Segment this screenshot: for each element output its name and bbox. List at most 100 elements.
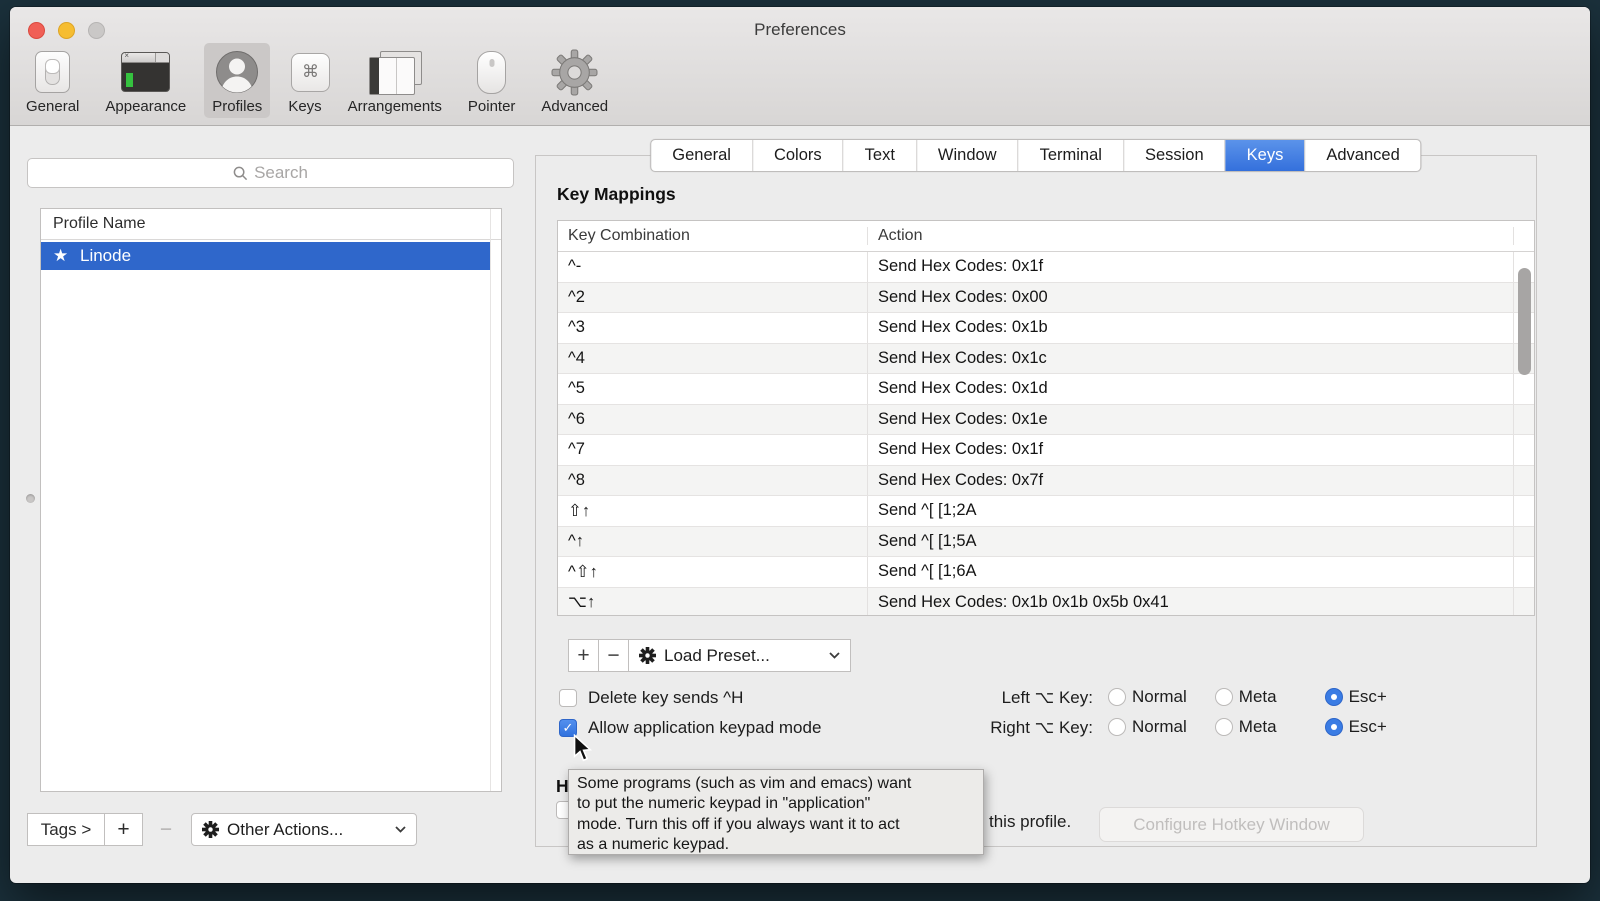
other-actions-dropdown[interactable]: Other Actions... <box>191 813 417 846</box>
search-placeholder: Search <box>254 163 308 183</box>
action-cell: Send Hex Codes: 0x00 <box>868 283 1514 313</box>
key-combination-cell: ^3 <box>558 313 868 343</box>
keys-icon: ⌘ <box>291 47 319 97</box>
profile-row[interactable]: ★ Linode <box>41 242 490 270</box>
action-cell: Send ^[ [1;2A <box>868 496 1514 526</box>
toolbar-item-pointer[interactable]: Pointer <box>460 43 524 118</box>
gear-icon <box>202 821 219 838</box>
table-row[interactable]: ^6Send Hex Codes: 0x1e <box>558 405 1534 436</box>
configure-hotkey-window-button: Configure Hotkey Window <box>1099 807 1364 842</box>
key-combination-cell: ⌥↑ <box>558 588 868 617</box>
table-row[interactable]: ^5Send Hex Codes: 0x1d <box>558 374 1534 405</box>
key-mappings-header: Key Combination Action <box>558 221 1534 252</box>
right-option-key-label: Right ⌥ Key: <box>893 718 1093 738</box>
right-option-radios: Normal Meta Esc+ <box>1108 717 1387 737</box>
profile-tabs: GeneralColorsTextWindowTerminalSessionKe… <box>650 139 1421 172</box>
tab-window[interactable]: Window <box>916 140 1018 171</box>
key-combination-cell: ^4 <box>558 344 868 374</box>
key-combination-cell: ^2 <box>558 283 868 313</box>
key-combination-cell: ^5 <box>558 374 868 404</box>
table-row[interactable]: ^2Send Hex Codes: 0x00 <box>558 283 1534 314</box>
remove-profile-button-disabled: − <box>151 813 181 846</box>
tab-session[interactable]: Session <box>1123 140 1225 171</box>
profiles-icon <box>215 47 259 97</box>
table-row[interactable]: ⌥↑Send Hex Codes: 0x1b 0x1b 0x5b 0x41 <box>558 588 1534 617</box>
left-option-radios: Normal Meta Esc+ <box>1108 687 1387 707</box>
window-title: Preferences <box>10 20 1590 40</box>
toolbar-item-advanced[interactable]: Advanced <box>533 43 616 118</box>
action-cell: Send Hex Codes: 0x1d <box>868 374 1514 404</box>
left-option-key-label: Left ⌥ Key: <box>893 688 1093 708</box>
advanced-icon <box>551 47 598 97</box>
star-icon: ★ <box>53 246 68 265</box>
action-cell: Send Hex Codes: 0x1e <box>868 405 1514 435</box>
table-row[interactable]: ^-Send Hex Codes: 0x1f <box>558 252 1534 283</box>
action-cell: Send Hex Codes: 0x1c <box>868 344 1514 374</box>
toolbar-item-keys[interactable]: ⌘ Keys <box>280 43 329 118</box>
keypad-tooltip: Some programs (such as vim and emacs) wa… <box>568 769 984 855</box>
key-combination-cell: ^⇧↑ <box>558 557 868 587</box>
radio-left-meta[interactable] <box>1215 688 1233 706</box>
profile-name: Linode <box>80 246 131 265</box>
tab-general[interactable]: General <box>651 140 752 171</box>
column-header-action[interactable]: Action <box>868 227 1514 245</box>
key-combination-cell: ^6 <box>558 405 868 435</box>
action-cell: Send Hex Codes: 0x1f <box>868 435 1514 465</box>
preferences-window: Preferences General × <box>10 7 1590 883</box>
toolbar-item-arrangements[interactable]: Arrangements <box>340 43 450 118</box>
table-row[interactable]: ^↑Send ^[ [1;5A <box>558 527 1534 558</box>
action-cell: Send Hex Codes: 0x1b 0x1b 0x5b 0x41 <box>868 588 1514 617</box>
pointer-icon <box>477 47 506 97</box>
delete-key-label: Delete key sends ^H <box>588 688 743 708</box>
radio-left-normal[interactable] <box>1108 688 1126 706</box>
toolbar-item-general[interactable]: General <box>18 43 87 118</box>
appearance-icon: × <box>121 47 170 97</box>
table-scrollbar-thumb[interactable] <box>1518 268 1531 375</box>
table-row[interactable]: ^3Send Hex Codes: 0x1b <box>558 313 1534 344</box>
radio-right-esc[interactable] <box>1325 718 1343 736</box>
radio-right-normal[interactable] <box>1108 718 1126 736</box>
radio-right-meta[interactable] <box>1215 718 1233 736</box>
table-row[interactable]: ^⇧↑Send ^[ [1;6A <box>558 557 1534 588</box>
chevron-down-icon <box>395 826 406 833</box>
mouse-cursor-icon <box>570 734 592 769</box>
profile-list-header: Profile Name <box>41 209 501 240</box>
action-cell: Send Hex Codes: 0x1b <box>868 313 1514 343</box>
tab-advanced[interactable]: Advanced <box>1304 140 1420 171</box>
delete-key-checkbox[interactable] <box>559 689 577 707</box>
chevron-down-icon <box>829 652 840 659</box>
radio-left-esc[interactable] <box>1325 688 1343 706</box>
toolbar-item-profiles[interactable]: Profiles <box>204 43 270 118</box>
mapping-controls: + − Load Pr <box>568 639 851 672</box>
table-row[interactable]: ^7Send Hex Codes: 0x1f <box>558 435 1534 466</box>
table-row[interactable]: ^8Send Hex Codes: 0x7f <box>558 466 1534 497</box>
toolbar-item-appearance[interactable]: × Appearance <box>97 43 194 118</box>
hotkey-section-heading: H <box>556 776 569 797</box>
hotkey-text: this profile. <box>989 812 1071 832</box>
key-combination-cell: ^7 <box>558 435 868 465</box>
add-profile-button[interactable]: + <box>104 813 143 846</box>
load-preset-dropdown[interactable]: Load Preset... <box>628 639 851 672</box>
general-icon <box>35 47 70 97</box>
gear-icon <box>639 647 656 664</box>
add-mapping-button[interactable]: + <box>568 639 599 672</box>
key-combination-cell: ^- <box>558 252 868 282</box>
column-header-key-combination[interactable]: Key Combination <box>558 227 868 245</box>
remove-mapping-button[interactable]: − <box>598 639 629 672</box>
profile-actions: Tags > + − Other Actions... <box>27 813 417 846</box>
window-chrome: Preferences General × <box>10 7 1590 126</box>
table-row[interactable]: ^4Send Hex Codes: 0x1c <box>558 344 1534 375</box>
tab-colors[interactable]: Colors <box>752 140 843 171</box>
action-cell: Send Hex Codes: 0x1f <box>868 252 1514 282</box>
key-mappings-title: Key Mappings <box>557 184 676 205</box>
tab-terminal[interactable]: Terminal <box>1018 140 1123 171</box>
search-icon <box>233 166 248 181</box>
search-input[interactable]: Search <box>27 158 514 188</box>
profile-list-gutter <box>490 209 491 791</box>
table-row[interactable]: ⇧↑Send ^[ [1;2A <box>558 496 1534 527</box>
window-edge-dot <box>26 494 35 503</box>
key-combination-cell: ^8 <box>558 466 868 496</box>
tags-button[interactable]: Tags > <box>27 813 105 846</box>
tab-text[interactable]: Text <box>843 140 916 171</box>
tab-keys[interactable]: Keys <box>1225 140 1305 171</box>
